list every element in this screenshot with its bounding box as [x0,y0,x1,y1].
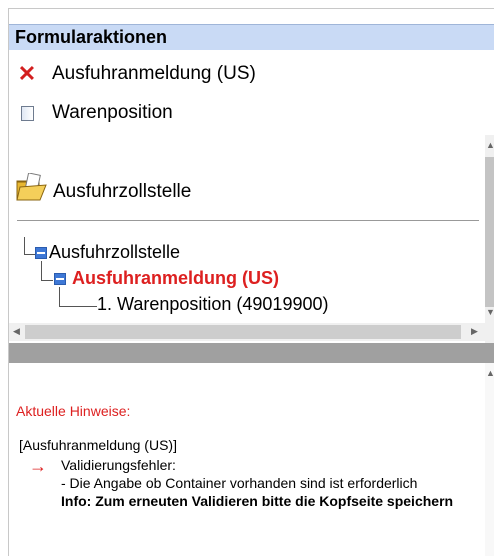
scroll-thumb[interactable] [485,157,494,307]
tree-node-ausfuhrzollstelle[interactable]: Ausfuhrzollstelle [35,242,180,263]
form-actions-header: Formularaktionen [9,24,494,50]
action-label: Warenposition [52,102,173,123]
tree-connector [41,261,42,281]
hint-entry: → Validierungsfehler: [19,456,453,476]
scroll-left-arrow-icon[interactable]: ◀ [13,326,20,337]
hint-error-detail: - Die Angabe ob Container vorhanden sind… [61,475,418,491]
tree-vertical-scrollbar[interactable]: ▲ ▼ [485,135,494,343]
tree-panel: Ausfuhrzollstelle Ausfuhrzollstelle Ausf… [9,135,485,343]
arrow-right-icon: → [29,456,47,476]
tree-node-ausfuhranmeldung[interactable]: Ausfuhranmeldung (US) [54,268,279,289]
tree-connector [59,287,60,307]
hint-info: Info: Zum erneuten Validieren bitte die … [61,493,454,509]
hints-panel: Aktuelle Hinweise: [Ausfuhranmeldung (US… [9,363,485,556]
hints-heading: Aktuelle Hinweise: [16,403,131,419]
collapse-icon[interactable] [54,272,66,285]
action-label: Ausfuhranmeldung (US) [52,63,256,84]
tree-connector [24,254,35,255]
hints-content: [Ausfuhranmeldung (US)] → Validierungsfe… [19,436,453,510]
action-warenposition[interactable]: Warenposition [16,101,173,125]
scroll-up-arrow-icon[interactable]: ▲ [486,140,494,150]
delete-x-icon: ✕ [17,61,37,86]
tree-node-label: Ausfuhranmeldung (US) [72,268,279,288]
tree-node-label: 1. Warenposition (49019900) [97,294,329,314]
document-icon [16,102,38,124]
action-ausfuhranmeldung[interactable]: ✕ Ausfuhranmeldung (US) [16,62,256,86]
form-actions-title: Formularaktionen [15,27,168,47]
hint-context: [Ausfuhranmeldung (US)] [19,437,177,453]
tree-connector [24,237,25,254]
scroll-right-arrow-icon[interactable]: ▶ [471,326,478,337]
divider [17,220,479,221]
section-header-ausfuhrzollstelle: Ausfuhrzollstelle [15,173,191,203]
hint-error-title: Validierungsfehler: [61,457,176,473]
tree-connector [59,306,97,307]
tree-node-warenposition[interactable]: 1. Warenposition (49019900) [97,294,328,315]
section-header-label: Ausfuhrzollstelle [53,181,192,202]
scroll-down-arrow-icon[interactable]: ▼ [486,307,494,317]
tree-connector [41,280,53,281]
tree-node-label: Ausfuhrzollstelle [49,242,181,262]
hints-vertical-scrollbar[interactable]: ▲ [485,363,494,556]
scroll-up-arrow-icon[interactable]: ▲ [486,368,494,378]
tree-horizontal-scrollbar[interactable]: ◀ ▶ [9,323,485,341]
collapse-icon[interactable] [35,246,47,259]
panel-splitter[interactable] [9,343,494,363]
folder-icon [16,173,47,201]
scroll-thumb[interactable] [25,325,461,339]
